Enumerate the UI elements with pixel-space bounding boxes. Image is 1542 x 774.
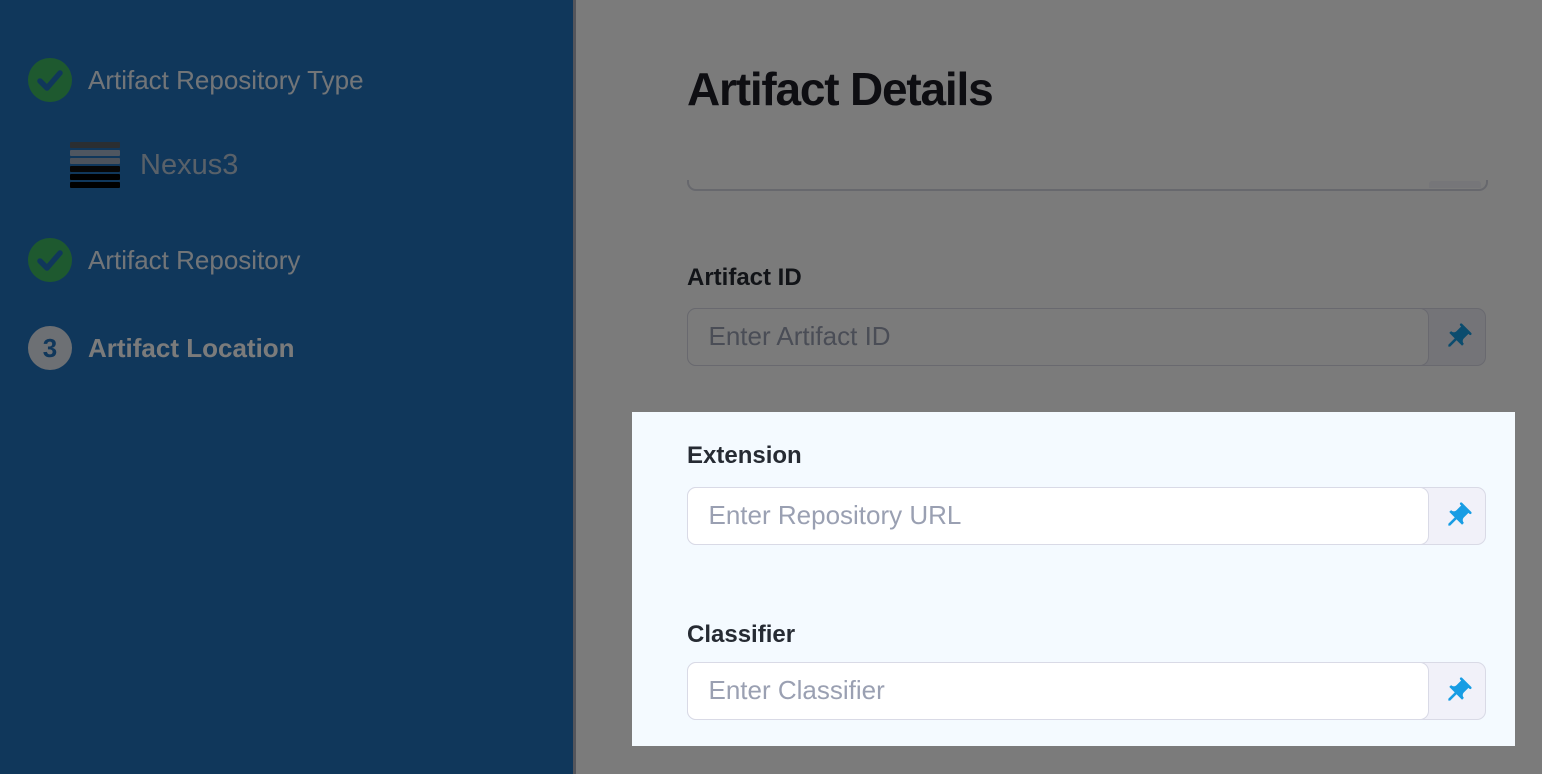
classifier-input-group (687, 662, 1486, 720)
artifact-id-input[interactable] (687, 308, 1429, 366)
check-circle-icon (28, 238, 72, 282)
pin-icon (1442, 322, 1473, 353)
pin-button[interactable] (1437, 671, 1477, 711)
sidebar-divider (573, 0, 576, 774)
step-label: Artifact Repository Type (88, 67, 364, 93)
artifact-id-label: Artifact ID (687, 266, 802, 290)
pin-button[interactable] (1437, 317, 1477, 357)
section-divider-end-cap (1429, 181, 1481, 188)
pin-icon (1442, 676, 1473, 707)
step-number-badge: 3 (28, 326, 72, 370)
pin-button[interactable] (1437, 496, 1477, 536)
classifier-label: Classifier (687, 623, 795, 647)
sidebar-step-artifact-location[interactable]: 3 Artifact Location (28, 326, 295, 370)
classifier-input[interactable] (687, 662, 1429, 720)
section-divider (687, 180, 1488, 191)
sidebar-step-artifact-repository[interactable]: Artifact Repository (28, 238, 300, 282)
step-label: Artifact Location (88, 335, 295, 361)
extension-input[interactable] (687, 487, 1429, 545)
sidebar-step-artifact-repository-type[interactable]: Artifact Repository Type (28, 58, 364, 102)
artifact-id-input-group (687, 308, 1486, 366)
extension-input-group (687, 487, 1486, 545)
selected-repository-type-label: Nexus3 (140, 151, 238, 180)
wizard-sidebar: Artifact Repository Type Nexus3 Artifact… (0, 0, 573, 774)
check-circle-icon (28, 58, 72, 102)
pin-icon (1442, 501, 1473, 532)
extension-label: Extension (687, 444, 802, 468)
nexus3-logo-icon (70, 142, 120, 188)
page-title: Artifact Details (687, 66, 992, 112)
step-label: Artifact Repository (88, 247, 300, 273)
sidebar-selected-repository-type[interactable]: Nexus3 (70, 141, 238, 189)
